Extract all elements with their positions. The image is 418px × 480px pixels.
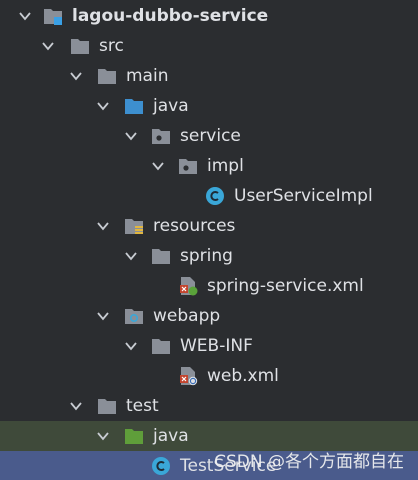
main-folder-label: main	[126, 66, 169, 86]
chevron-down-icon[interactable]	[96, 219, 110, 233]
spring-service-xml-label: spring-service.xml	[207, 276, 364, 296]
web-xml-file-icon	[180, 367, 198, 386]
source-folder-icon	[125, 99, 143, 114]
tree-row-web-inf[interactable]: WEB-INF	[0, 331, 418, 361]
spring-xml-file-icon	[180, 277, 198, 296]
chevron-down-icon[interactable]	[124, 129, 138, 143]
web-xml-label: web.xml	[207, 366, 279, 386]
java-main-folder-label: java	[153, 96, 189, 116]
spring-folder-label: spring	[180, 246, 233, 266]
chevron-down-icon[interactable]	[41, 39, 55, 53]
tree-row-src[interactable]: src	[0, 31, 418, 61]
src-folder-label: src	[99, 36, 124, 56]
package-icon	[179, 159, 197, 174]
tree-row-main[interactable]: main	[0, 61, 418, 91]
userserviceimpl-label: UserServiceImpl	[234, 186, 373, 206]
chevron-down-icon[interactable]	[96, 429, 110, 443]
tree-row-java-main[interactable]: java	[0, 91, 418, 121]
package-icon	[152, 129, 170, 144]
test-folder-label: test	[126, 396, 159, 416]
chevron-down-icon[interactable]	[69, 69, 83, 83]
web-folder-icon	[125, 309, 143, 324]
folder-icon	[71, 39, 89, 54]
chevron-down-icon[interactable]	[124, 249, 138, 263]
resources-folder-label: resources	[153, 216, 236, 236]
java-test-folder-label: java	[153, 426, 189, 446]
chevron-down-icon[interactable]	[124, 339, 138, 353]
web-inf-folder-label: WEB-INF	[180, 336, 253, 356]
chevron-down-icon[interactable]	[69, 399, 83, 413]
chevron-down-icon[interactable]	[18, 9, 32, 23]
folder-icon	[152, 249, 170, 264]
folder-icon	[98, 69, 116, 84]
service-package-label: service	[180, 126, 241, 146]
tree-row-service[interactable]: service	[0, 121, 418, 151]
tree-row-test[interactable]: test	[0, 391, 418, 421]
java-class-icon	[206, 187, 224, 205]
webapp-folder-label: webapp	[153, 306, 221, 326]
folder-icon	[98, 399, 116, 414]
test-source-folder-icon	[125, 429, 143, 444]
module-folder-icon	[44, 9, 62, 25]
chevron-down-icon[interactable]	[96, 99, 110, 113]
tree-row-spring[interactable]: spring	[0, 241, 418, 271]
tree-row-root[interactable]: lagou-dubbo-service	[0, 1, 418, 31]
impl-package-label: impl	[207, 156, 244, 176]
tree-row-resources[interactable]: resources	[0, 211, 418, 241]
java-class-icon	[152, 457, 170, 475]
tree-row-webapp[interactable]: webapp	[0, 301, 418, 331]
resources-folder-icon	[125, 219, 143, 234]
tree-row-spring-service-xml[interactable]: spring-service.xml	[0, 271, 418, 301]
root-project-label: lagou-dubbo-service	[72, 6, 269, 26]
folder-icon	[152, 339, 170, 354]
tree-row-impl[interactable]: impl	[0, 151, 418, 181]
tree-row-web-xml[interactable]: web.xml	[0, 361, 418, 391]
chevron-down-icon[interactable]	[151, 159, 165, 173]
tree-row-userserviceimpl[interactable]: UserServiceImpl	[0, 181, 418, 211]
chevron-down-icon[interactable]	[96, 309, 110, 323]
project-tree: lagou-dubbo-service src main java servic…	[0, 0, 418, 480]
csdn-watermark: CSDN @各个方面都自在	[214, 452, 404, 472]
